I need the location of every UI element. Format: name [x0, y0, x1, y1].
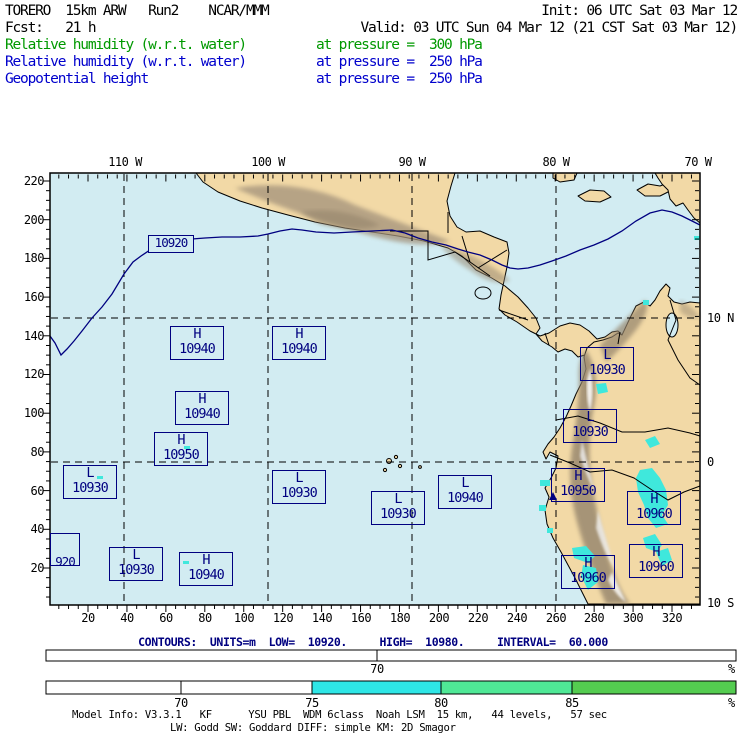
model-info-line2: LW: Godd SW: Goddard DIFF: simple KM: 2D…: [170, 722, 456, 734]
colorbar2-tick-label: 80: [434, 696, 448, 710]
colorbar2-unit: %: [728, 696, 735, 710]
colorbar2-tick-label: 70: [174, 696, 188, 710]
colorbar-labels-layer: 70% 70 75 80 85%: [0, 0, 740, 740]
colorbar1-tick-label: 70: [370, 662, 384, 676]
colorbar1-unit: %: [728, 662, 735, 676]
model-info-line1: Model Info: V3.3.1 KF YSU PBL WDM 6class…: [72, 709, 607, 721]
contours-caption: CONTOURS: UNITS=m LOW= 10920. HIGH= 1098…: [138, 635, 608, 649]
wrf-forecast-plot: TORERO 15km ARW Run2 NCAR/MMM Init: 06 U…: [0, 0, 740, 740]
colorbar2-tick-label: 75: [305, 696, 319, 710]
colorbar2-tick-label: 85: [565, 696, 579, 710]
